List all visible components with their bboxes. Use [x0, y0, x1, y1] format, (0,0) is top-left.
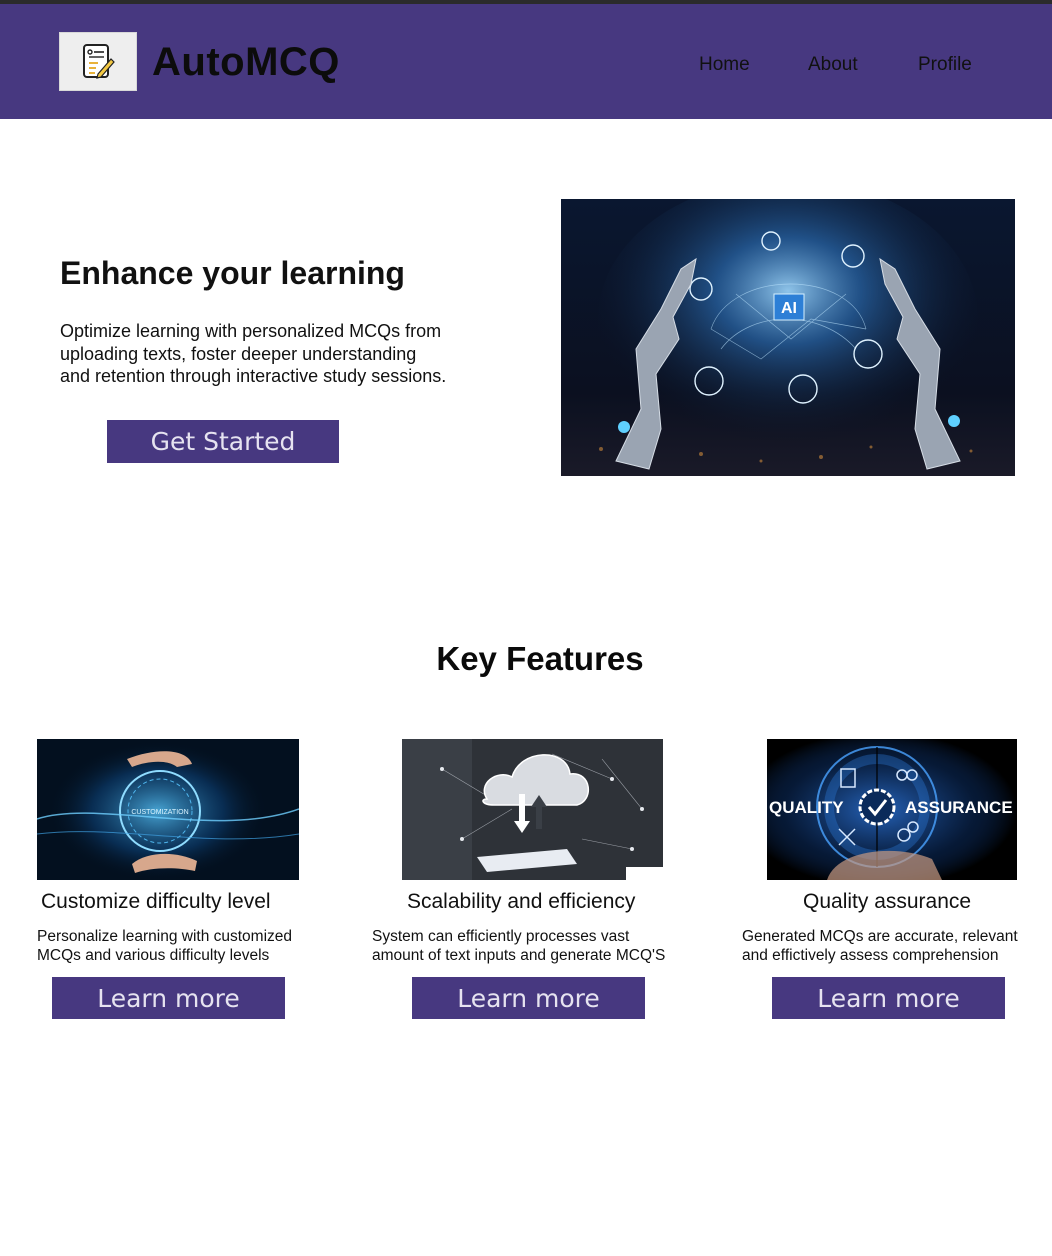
quality-label: QUALITY: [769, 798, 844, 817]
assurance-label: ASSURANCE: [905, 798, 1013, 817]
mcq-document-pencil-icon: [83, 43, 115, 79]
feature-text-customize: Personalize learning with customized MCQ…: [37, 928, 293, 964]
learn-more-button-scalability[interactable]: Learn more: [412, 977, 645, 1019]
hero-title: Enhance your learning: [60, 255, 405, 291]
key-features-heading: Key Features: [436, 640, 644, 677]
feature-title-quality: Quality assurance: [803, 890, 972, 913]
cloud-upload-image: [402, 739, 663, 880]
hero-ai-robot-hands-image: AI: [561, 199, 1015, 476]
customization-image: CUSTOMIZATION: [37, 739, 299, 880]
feature-title-customize: Customize difficulty level: [41, 890, 271, 913]
hero-description: Optimize learning with personalized MCQs…: [60, 321, 447, 386]
learn-more-button-customize[interactable]: Learn more: [52, 977, 285, 1019]
header-bar: AutoMCQ Home About Profile: [0, 4, 1052, 119]
get-started-button[interactable]: Get Started: [107, 420, 339, 463]
quality-assurance-image: QUALITY ASSURANCE: [767, 739, 1017, 880]
logo[interactable]: [59, 32, 137, 91]
customization-label: CUSTOMIZATION: [131, 809, 188, 816]
feature-text-scalability: System can efficiently processes vast am…: [372, 928, 666, 964]
nav-about[interactable]: About: [808, 54, 858, 76]
feature-title-scalability: Scalability and efficiency: [407, 890, 636, 913]
feature-text-quality: Generated MCQs are accurate, relevant an…: [742, 928, 1018, 964]
ai-badge: AI: [781, 300, 797, 317]
brand-name: AutoMCQ: [152, 40, 340, 84]
learn-more-button-quality[interactable]: Learn more: [772, 977, 1005, 1019]
nav-home[interactable]: Home: [699, 54, 750, 76]
nav-profile[interactable]: Profile: [918, 54, 972, 76]
